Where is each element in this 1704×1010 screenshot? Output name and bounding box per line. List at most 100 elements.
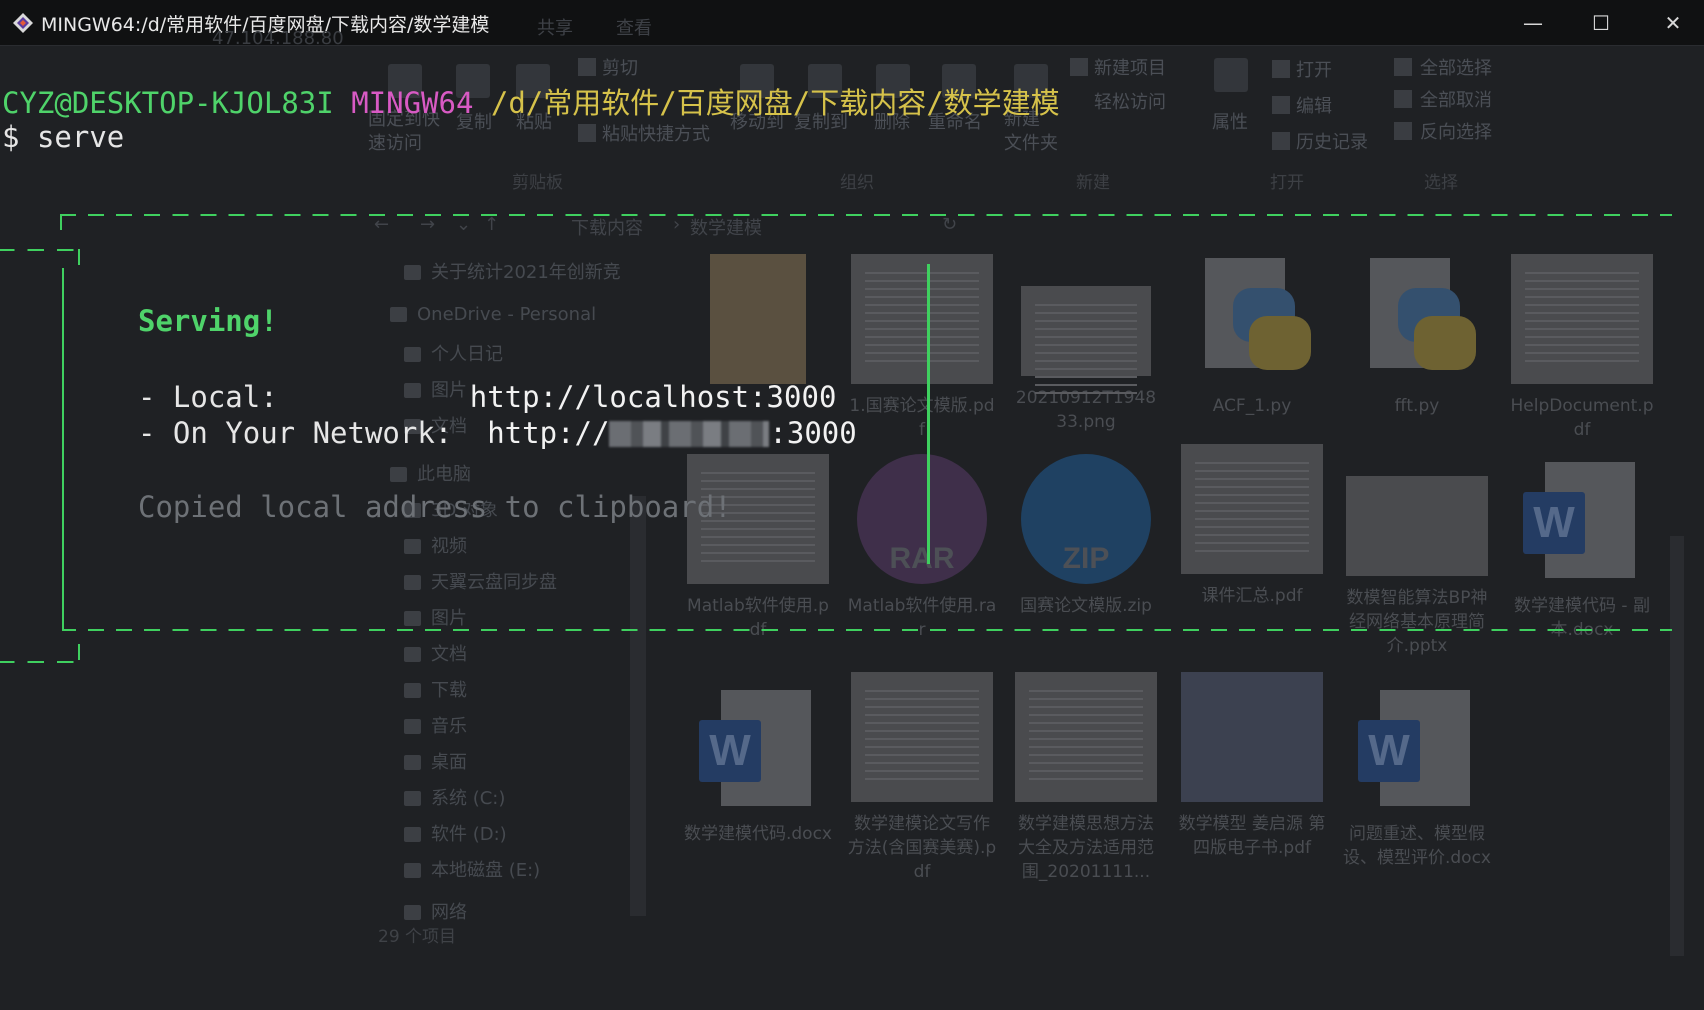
file-item[interactable]: 20210912T194833.png: [1011, 286, 1161, 434]
pin-icon: [388, 64, 422, 98]
file-item[interactable]: HelpDocument.pdf: [1507, 254, 1657, 442]
ribbon-select-all[interactable]: 全部选择: [1420, 54, 1492, 80]
ribbon-new-folder[interactable]: 新建 文件夹: [1004, 108, 1058, 156]
ribbon-rename[interactable]: 重命名: [928, 108, 982, 134]
file-item[interactable]: 1.国赛论文模版.pdf: [847, 254, 997, 442]
move-to-icon: [740, 64, 774, 98]
nav-item[interactable]: 个人日记: [360, 340, 503, 370]
ribbon-invert[interactable]: 反向选择: [1420, 118, 1492, 144]
ribbon-open[interactable]: 打开: [1296, 56, 1332, 82]
navigation-pane: 关于统计2021年创新竞 OneDrive - Personal 个人日记 图片…: [360, 246, 650, 966]
nav-item[interactable]: 桌面: [360, 748, 467, 778]
file-item[interactable]: ZIP 国赛论文模版.zip: [1011, 454, 1161, 618]
breadcrumb-downloads[interactable]: 下载内容: [571, 214, 643, 240]
nav-item[interactable]: 图片: [360, 604, 467, 634]
refresh-icon[interactable]: ↻: [942, 214, 957, 235]
nav-item[interactable]: 视频: [360, 532, 467, 562]
group-open: 打开: [1270, 173, 1304, 193]
file-item[interactable]: 数学建模思想方法大全及方法适用范围_20201111...: [1011, 672, 1161, 884]
ribbon-edit[interactable]: 编辑: [1296, 92, 1332, 118]
nav-item[interactable]: 文档: [360, 412, 467, 442]
download-icon: [404, 683, 421, 698]
folder-icon: [404, 265, 421, 280]
word-document-icon: W: [1346, 682, 1488, 812]
breadcrumb-math-modeling[interactable]: 数学建模: [690, 214, 762, 240]
ribbon-paste[interactable]: 粘贴: [516, 108, 552, 134]
ribbon-copy[interactable]: 复制: [456, 108, 492, 134]
file-item[interactable]: 课件汇总.pdf: [1177, 444, 1327, 608]
up-arrow-icon[interactable]: ↑: [484, 214, 499, 235]
edit-icon: [1272, 96, 1290, 114]
ribbon-delete[interactable]: 删除: [874, 108, 910, 134]
file-item[interactable]: Matlab软件使用.pdf: [683, 454, 833, 642]
music-icon: [404, 719, 421, 734]
address-bar[interactable]: ← → ⌄ ↑ 下载内容 › 数学建模 ↻: [360, 208, 1650, 244]
chevron-down-icon[interactable]: ⌄: [456, 214, 471, 235]
nav-item[interactable]: 天翼云盘同步盘: [360, 568, 557, 598]
ribbon-copy-to[interactable]: 复制到: [794, 108, 848, 134]
ribbon-new-item[interactable]: 新建项目: [1094, 54, 1166, 80]
drive-icon: [404, 791, 421, 806]
nav-item[interactable]: 文档: [360, 640, 467, 670]
ribbon-properties[interactable]: 属性: [1212, 108, 1248, 134]
file-item[interactable]: 数模智能算法BP神经网络基本原理简介.pptx: [1342, 476, 1492, 658]
minimize-button[interactable]: —: [1508, 6, 1558, 40]
nav-item[interactable]: 软件 (D:): [360, 820, 507, 850]
nav-item-this-pc[interactable]: 此电脑: [360, 460, 471, 490]
python-file-icon: [1346, 254, 1488, 384]
drive-icon: [404, 863, 421, 878]
nav-item[interactable]: 图片: [360, 376, 467, 406]
file-item[interactable]: W 数学建模代码 - 副本.docx: [1507, 454, 1657, 642]
file-item[interactable]: 数学模型 姜启源 第四版电子书.pdf: [1177, 672, 1327, 860]
file-item[interactable]: RAR Matlab软件使用.rar: [847, 454, 997, 642]
back-arrow-icon[interactable]: ←: [374, 214, 389, 235]
nav-item-onedrive[interactable]: OneDrive - Personal: [360, 304, 596, 334]
folder-icon: [404, 419, 421, 434]
file-item[interactable]: 数学建模论文写作方法(含国赛美赛).pdf: [847, 672, 997, 884]
nav-scrollbar[interactable]: [630, 496, 646, 916]
nav-item[interactable]: 本地磁盘 (E:): [360, 856, 540, 886]
nav-item[interactable]: 关于统计2021年创新竞: [360, 258, 621, 288]
ribbon-history[interactable]: 历史记录: [1296, 128, 1368, 154]
ribbon-pin[interactable]: 固定到快 速访问: [368, 108, 440, 156]
ribbon-select-none[interactable]: 全部取消: [1420, 86, 1492, 112]
ribbon-easy-access[interactable]: 轻松访问: [1094, 88, 1166, 114]
file-item[interactable]: fft.py: [1342, 254, 1492, 418]
nav-item[interactable]: 3D 对象: [360, 496, 498, 526]
git-bash-icon: [13, 13, 33, 33]
word-document-icon: W: [687, 682, 829, 812]
folder-icon: [710, 254, 806, 384]
image-thumbnail: [1021, 286, 1151, 394]
nav-item[interactable]: 系统 (C:): [360, 784, 505, 814]
file-item[interactable]: [683, 254, 833, 384]
title-bar: MINGW64:/d/常用软件/百度网盘/下载内容/数学建模 共享 查看 47.…: [0, 0, 1704, 49]
group-organize: 组织: [840, 173, 874, 193]
file-item[interactable]: ACF_1.py: [1177, 254, 1327, 418]
file-item[interactable]: W 问题重述、模型假设、模型评价.docx: [1342, 682, 1492, 870]
nav-item[interactable]: 音乐: [360, 712, 467, 742]
item-count: 29 个项目: [378, 927, 457, 947]
select-all-icon: [1394, 58, 1412, 76]
forward-arrow-icon[interactable]: →: [420, 214, 435, 235]
ghost-tab-view: 查看: [616, 18, 652, 39]
image-icon: [404, 611, 421, 626]
cut-icon: [578, 58, 596, 76]
file-area-scrollbar[interactable]: [1670, 536, 1684, 956]
close-button[interactable]: ✕: [1648, 6, 1698, 40]
nav-item[interactable]: 下载: [360, 676, 467, 706]
file-item[interactable]: W 数学建模代码.docx: [683, 682, 833, 846]
document-icon: [404, 647, 421, 662]
ribbon-cut[interactable]: 剪切: [602, 54, 638, 80]
pdf-thumbnail: [851, 254, 993, 384]
group-select: 选择: [1424, 173, 1458, 193]
open-icon: [1272, 60, 1290, 78]
new-folder-icon: [1014, 64, 1048, 98]
ribbon-move-to[interactable]: 移动到: [730, 108, 784, 134]
ribbon-paste-shortcut[interactable]: 粘贴快捷方式: [602, 120, 710, 146]
desktop-icon: [404, 755, 421, 770]
maximize-button[interactable]: ☐: [1576, 6, 1626, 40]
group-new: 新建: [1076, 173, 1110, 193]
book-cover-thumbnail: [1181, 672, 1323, 802]
pdf-thumbnail: [1181, 444, 1323, 574]
copy-icon: [456, 64, 490, 98]
